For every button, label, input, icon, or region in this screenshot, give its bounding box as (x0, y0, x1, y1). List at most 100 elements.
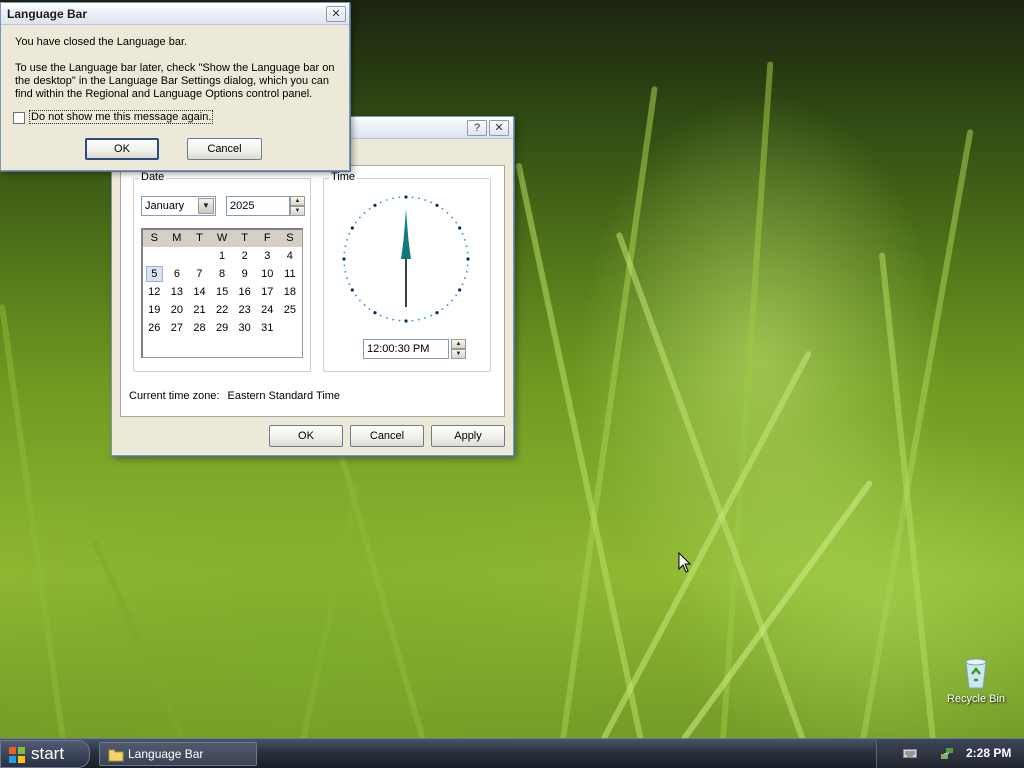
calendar-day[interactable]: 26 (143, 319, 166, 337)
clock-minute-mark (466, 264, 469, 267)
calendar-day[interactable]: 9 (233, 265, 256, 283)
recycle-bin-icon (965, 658, 987, 689)
calendar-day[interactable]: 24 (256, 301, 279, 319)
recycle-bin-shortcut[interactable]: Recycle Bin (942, 656, 1010, 712)
month-dropdown[interactable]: January ▼ (141, 196, 216, 216)
timezone-line: Current time zone: Eastern Standard Time (129, 390, 340, 402)
cancel-button[interactable]: Cancel (187, 138, 262, 160)
calendar-day[interactable]: 30 (233, 319, 256, 337)
analog-clock (342, 195, 470, 323)
clock-minute-mark (348, 283, 351, 286)
year-spinner[interactable]: ▲ ▼ (290, 196, 305, 216)
weekday-label: S (150, 232, 158, 244)
calendar-day[interactable]: 13 (166, 283, 189, 301)
clock-minute-mark (359, 216, 361, 219)
close-icon: ✕ (331, 8, 341, 20)
cancel-button[interactable]: Cancel (350, 425, 424, 447)
message-line-2: To use the Language bar later, check "Sh… (15, 62, 335, 74)
close-button[interactable]: ✕ (489, 120, 509, 136)
calendar-day[interactable]: 27 (166, 319, 189, 337)
clock-minute-mark (368, 308, 371, 311)
calendar-day[interactable]: 14 (188, 283, 211, 301)
calendar-day[interactable]: 21 (188, 301, 211, 319)
calendar-day[interactable]: 2 (233, 247, 256, 265)
network-icon[interactable] (939, 745, 955, 761)
calendar-day[interactable]: 20 (166, 301, 189, 319)
help-icon: ? (473, 122, 481, 134)
do-not-show-label[interactable]: Do not show me this message again. (29, 110, 214, 124)
calendar-day[interactable]: 4 (279, 247, 302, 265)
spin-up-icon[interactable]: ▲ (451, 339, 466, 349)
calendar-day[interactable]: 28 (188, 319, 211, 337)
clock-minute-mark (385, 317, 388, 319)
clock-minute-mark (343, 264, 346, 267)
do-not-show-checkbox[interactable] (13, 112, 25, 124)
clock-minute-mark (379, 314, 382, 317)
calendar-day[interactable]: 5 (146, 266, 163, 282)
year-field[interactable]: 2025 (226, 196, 290, 216)
calendar-day[interactable]: 15 (211, 283, 234, 301)
folder-icon (108, 749, 124, 762)
weekday-label: T (196, 232, 203, 244)
calendar-day[interactable]: 16 (233, 283, 256, 301)
calendar-day[interactable]: 12 (143, 283, 166, 301)
calendar-day[interactable]: 1 (211, 247, 234, 265)
clock-hour-mark (342, 257, 346, 261)
spin-down-icon[interactable]: ▼ (451, 349, 466, 359)
keyboard-icon[interactable] (903, 747, 917, 759)
clock-minute-mark (344, 245, 347, 248)
weekday-label: F (263, 232, 271, 244)
language-bar-titlebar[interactable]: Language Bar (1, 3, 349, 25)
clock-minute-mark (346, 238, 348, 241)
taskbar-clock[interactable]: 2:28 PM (966, 746, 1011, 760)
taskbar-item-label: Language Bar (128, 747, 204, 761)
time-spinner[interactable]: ▲ ▼ (451, 339, 466, 359)
dropdown-arrow-icon[interactable]: ▼ (198, 198, 214, 214)
clock-minute-mark (398, 196, 401, 199)
taskbar-item-language-bar[interactable]: Language Bar (99, 742, 257, 766)
clock-minute-mark (398, 319, 401, 322)
calendar-day[interactable]: 19 (143, 301, 166, 319)
apply-button[interactable]: Apply (431, 425, 505, 447)
calendar-day[interactable]: 8 (211, 265, 234, 283)
calendar-day[interactable]: 7 (188, 265, 211, 283)
calendar-week-row: 1234 (143, 247, 302, 265)
recycle-bin-label: Recycle Bin (946, 693, 1006, 705)
calendar-day[interactable]: 29 (211, 319, 234, 337)
help-button[interactable]: ? (467, 120, 487, 136)
year-value: 2025 (230, 200, 255, 212)
clock-minute-mark (441, 207, 444, 210)
clock-minute-mark (446, 304, 449, 306)
ok-button[interactable]: OK (85, 138, 159, 160)
spin-up-icon[interactable]: ▲ (290, 196, 305, 206)
close-button[interactable]: ✕ (326, 6, 346, 22)
clock-minute-mark (368, 207, 371, 210)
spin-down-icon[interactable]: ▼ (290, 206, 305, 216)
clock-minute-mark (455, 294, 458, 297)
calendar-day[interactable]: 31 (256, 319, 279, 337)
clock-hour-mark (373, 311, 377, 315)
calendar-day[interactable]: 17 (256, 283, 279, 301)
calendar-day[interactable]: 22 (211, 301, 234, 319)
message-line-3: the desktop" in the Language Bar Setting… (15, 75, 329, 87)
weekday-header: SMTWTFS (143, 230, 302, 247)
calendar-day[interactable]: 23 (233, 301, 256, 319)
close-icon: ✕ (494, 122, 504, 134)
clock-minute-mark (411, 319, 414, 322)
calendar-day[interactable]: 3 (256, 247, 279, 265)
clock-hour-mark (466, 257, 470, 261)
calendar-day (143, 247, 166, 265)
start-button[interactable]: start (0, 740, 90, 768)
clock-minute-mark (451, 216, 453, 219)
calendar-day[interactable]: 25 (279, 301, 302, 319)
calendar-week-row: 5 6 7 8 9 10 11 (143, 265, 302, 283)
ok-button[interactable]: OK (269, 425, 343, 447)
clock-minute-mark (411, 196, 414, 199)
calendar-day[interactable]: 11 (279, 265, 302, 283)
calendar-day[interactable]: 6 (166, 265, 189, 283)
calendar-day[interactable]: 18 (279, 283, 302, 301)
calendar-grid[interactable]: SMTWTFS 1 2 3 4 5 6 7 8 9 10 11 12 13 14 15 16 17 18 19 20 2… (141, 228, 303, 358)
calendar-day (279, 319, 302, 337)
time-field[interactable]: 12:00:30 PM (363, 339, 449, 359)
calendar-day[interactable]: 10 (256, 265, 279, 283)
